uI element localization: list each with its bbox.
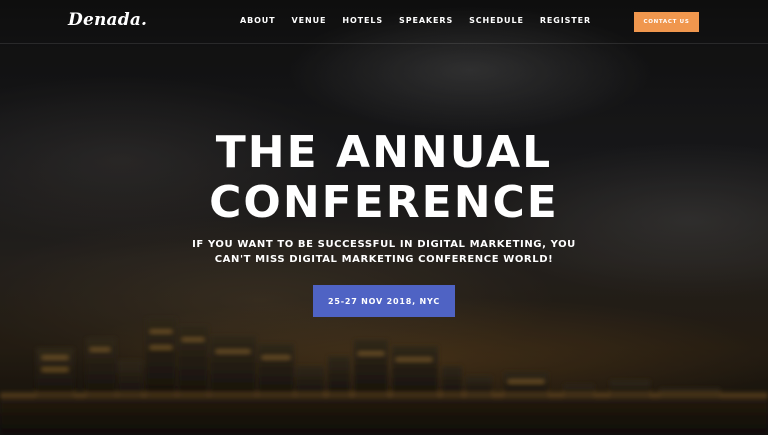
hero-title-line-1: THE ANNUAL [215, 127, 553, 178]
hero-subtitle-line-1: IF YOU WANT TO BE SUCCESSFUL IN DIGITAL … [192, 239, 576, 250]
main-nav: ABOUT VENUE HOTELS SPEAKERS SCHEDULE REG… [240, 16, 607, 25]
hero-title: THE ANNUAL CONFERENCE [0, 128, 768, 228]
contact-us-button[interactable]: CONTACT US [634, 12, 699, 32]
nav-item-register[interactable]: REGISTER [540, 16, 591, 25]
site-header: Denada. ABOUT VENUE HOTELS SPEAKERS SCHE… [0, 0, 768, 44]
brand-logo[interactable]: Denada. [68, 10, 147, 30]
hero-title-line-2: CONFERENCE [209, 177, 559, 228]
nav-item-speakers[interactable]: SPEAKERS [399, 16, 453, 25]
nav-item-about[interactable]: ABOUT [240, 16, 276, 25]
nav-item-hotels[interactable]: HOTELS [342, 16, 383, 25]
nav-item-schedule[interactable]: SCHEDULE [469, 16, 524, 25]
hero-subtitle: IF YOU WANT TO BE SUCCESSFUL IN DIGITAL … [0, 238, 768, 267]
hero-subtitle-line-2: CAN'T MISS DIGITAL MARKETING CONFERENCE … [214, 253, 554, 265]
nav-item-venue[interactable]: VENUE [292, 16, 327, 25]
event-date-button[interactable]: 25-27 NOV 2018, NYC [313, 285, 455, 317]
